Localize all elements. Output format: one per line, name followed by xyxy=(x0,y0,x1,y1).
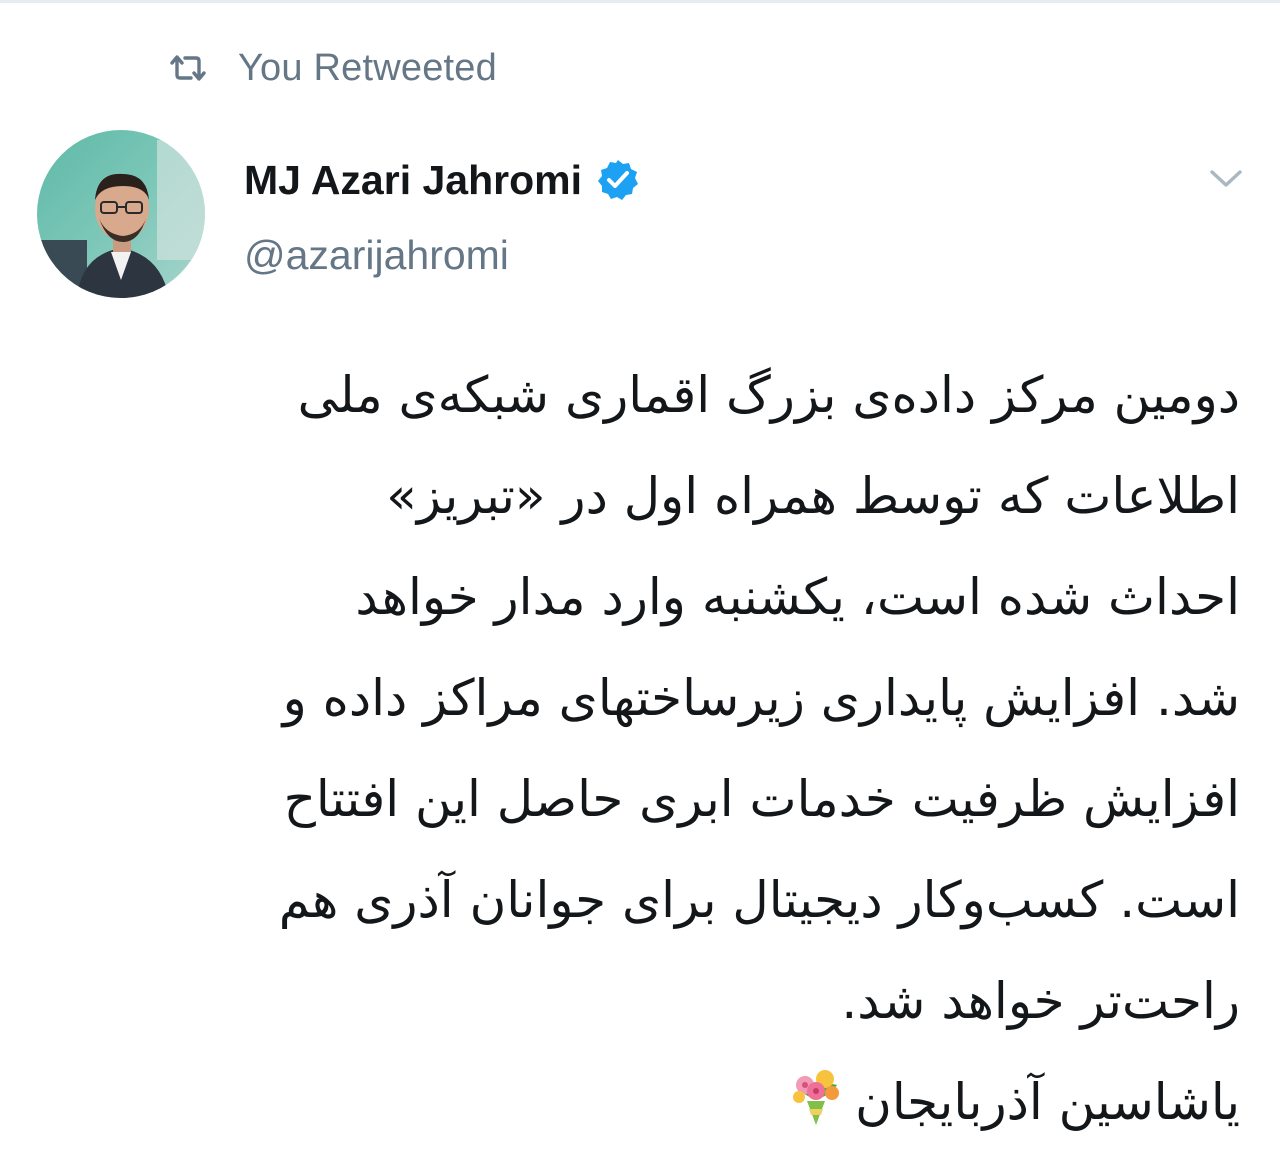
tweet-last-line: یاشاسین آذربایجان xyxy=(60,1052,1240,1153)
author-name-row[interactable]: MJ Azari Jahromi xyxy=(244,150,640,210)
tweet-line: افزایش ظرفیت خدمات ابری حاصل این افتتاح xyxy=(283,770,1240,828)
avatar[interactable] xyxy=(37,130,205,298)
chevron-down-icon[interactable] xyxy=(1206,162,1246,194)
tweet-line: احداث شده است، یکشنبه وارد مدار خواهد xyxy=(355,568,1240,626)
tweet-line: شد. افزایش پایداری زیرساختهای مراکز داده… xyxy=(282,669,1240,727)
retweet-context[interactable]: You Retweeted xyxy=(168,44,497,92)
tweet-text: دومین مرکز داده‌ی بزرگ اقماری شبکه‌ی ملی… xyxy=(60,345,1240,1153)
top-divider xyxy=(0,0,1280,3)
tweet-line: دومین مرکز داده‌ی بزرگ اقماری شبکه‌ی ملی xyxy=(297,366,1240,424)
retweet-label: You Retweeted xyxy=(238,46,497,89)
retweet-icon xyxy=(170,55,206,81)
tweet-line: راحت‌تر خواهد شد. xyxy=(841,972,1240,1030)
bouquet-icon xyxy=(793,1070,840,1125)
tweet-line: است. کسب‌وکار دیجیتال برای جوانان آذری ه… xyxy=(278,871,1240,929)
avatar-photo xyxy=(37,130,205,298)
author-handle[interactable]: @azarijahromi xyxy=(244,232,509,279)
verified-badge-icon xyxy=(597,160,638,200)
tweet-line: یاشاسین آذربایجان xyxy=(855,1073,1240,1131)
tweet-line: اطلاعات که توسط همراه اول در «تبریز» xyxy=(386,467,1240,525)
author-name[interactable]: MJ Azari Jahromi xyxy=(244,157,582,204)
